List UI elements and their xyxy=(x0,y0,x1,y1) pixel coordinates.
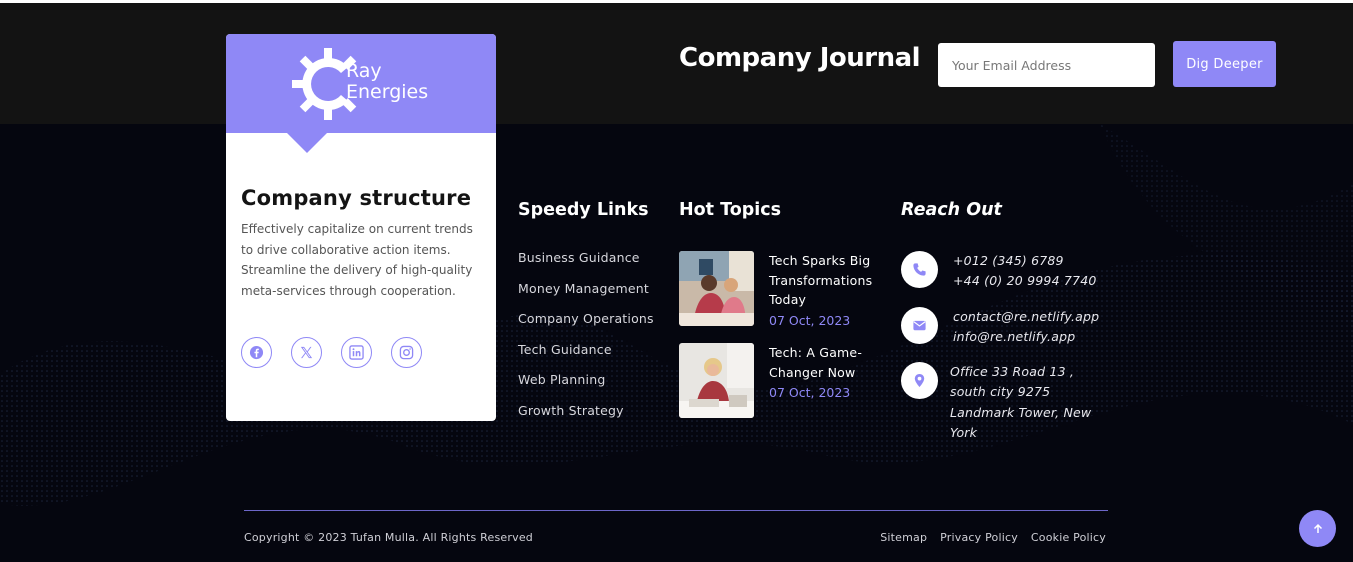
topic-thumbnail-image[interactable] xyxy=(679,251,754,326)
email-primary[interactable]: contact@re.netlify.app xyxy=(953,307,1099,327)
background-wave-pattern xyxy=(0,124,1353,506)
scroll-to-top-button[interactable] xyxy=(1299,510,1336,547)
phone-icon xyxy=(901,251,938,288)
reach-out-title: Reach Out xyxy=(901,200,1002,220)
card-notch xyxy=(287,133,327,153)
copyright-text: Copyright © 2023 Tufan Mulla. All Rights… xyxy=(244,531,533,544)
instagram-icon[interactable] xyxy=(391,337,422,368)
address-line: south city 9275 xyxy=(950,384,1051,400)
speedy-links-list: Business Guidance Money Management Compa… xyxy=(518,250,654,434)
phone-numbers: +012 (345) 6789 +44 (0) 20 9994 7740 xyxy=(953,251,1097,292)
link-money-management[interactable]: Money Management xyxy=(518,281,654,312)
address: Office 33 Road 13 , south city 9275 Land… xyxy=(950,362,1091,443)
location-pin-icon xyxy=(901,362,938,399)
address-line: Landmark Tower, New xyxy=(950,404,1092,420)
facebook-icon[interactable] xyxy=(241,337,272,368)
brand-name-line2: Energies xyxy=(346,81,429,103)
sitemap-link[interactable]: Sitemap xyxy=(880,531,927,544)
card-title: Company structure xyxy=(241,186,472,210)
hot-topics-title: Hot Topics xyxy=(679,200,782,220)
link-growth-strategy[interactable]: Growth Strategy xyxy=(518,403,654,434)
topic-text: Tech Sparks Big Transformations Today 07… xyxy=(769,251,881,328)
link-business-guidance[interactable]: Business Guidance xyxy=(518,250,654,281)
brand-name: Ray Energies xyxy=(346,61,428,103)
topic-date: 07 Oct, 2023 xyxy=(769,385,851,400)
email-secondary[interactable]: info@re.netlify.app xyxy=(953,327,1099,347)
link-tech-guidance[interactable]: Tech Guidance xyxy=(518,342,654,373)
envelope-icon xyxy=(901,307,938,344)
topic-title[interactable]: Tech Sparks Big Transformations Today xyxy=(769,251,881,310)
card-description: Effectively capitalize on current trends… xyxy=(241,222,473,298)
topic-title[interactable]: Tech: A Game-Changer Now xyxy=(769,343,881,382)
phone-primary[interactable]: +012 (345) 6789 xyxy=(953,251,1097,271)
email-addresses: contact@re.netlify.app info@re.netlify.a… xyxy=(953,307,1099,348)
footer-main xyxy=(0,124,1353,562)
privacy-policy-link[interactable]: Privacy Policy xyxy=(940,531,1018,544)
email-input[interactable] xyxy=(938,43,1155,87)
address-line: York xyxy=(950,424,978,440)
topic-text: Tech: A Game-Changer Now 07 Oct, 2023 xyxy=(769,343,881,400)
company-card: Ray Energies Company structure Effective… xyxy=(226,34,496,421)
link-web-planning[interactable]: Web Planning xyxy=(518,372,654,403)
brand-name-line1: Ray xyxy=(346,60,382,82)
topic-thumbnail-image[interactable] xyxy=(679,343,754,418)
social-links xyxy=(241,337,422,368)
legal-links: Sitemap Privacy Policy Cookie Policy xyxy=(880,531,1106,544)
dig-deeper-button[interactable]: Dig Deeper xyxy=(1173,41,1276,87)
arrow-up-icon xyxy=(1313,523,1322,533)
speedy-links-title: Speedy Links xyxy=(518,200,649,220)
journal-title: Company Journal xyxy=(679,43,921,73)
link-company-operations[interactable]: Company Operations xyxy=(518,311,654,342)
card-header: Ray Energies xyxy=(226,34,496,133)
cookie-policy-link[interactable]: Cookie Policy xyxy=(1031,531,1106,544)
topic-date: 07 Oct, 2023 xyxy=(769,312,851,328)
phone-secondary[interactable]: +44 (0) 20 9994 7740 xyxy=(953,271,1097,291)
linkedin-icon[interactable] xyxy=(341,337,372,368)
x-twitter-icon[interactable] xyxy=(291,337,322,368)
address-line: Office 33 Road 13 , xyxy=(950,364,1075,379)
footer-divider xyxy=(244,510,1108,511)
